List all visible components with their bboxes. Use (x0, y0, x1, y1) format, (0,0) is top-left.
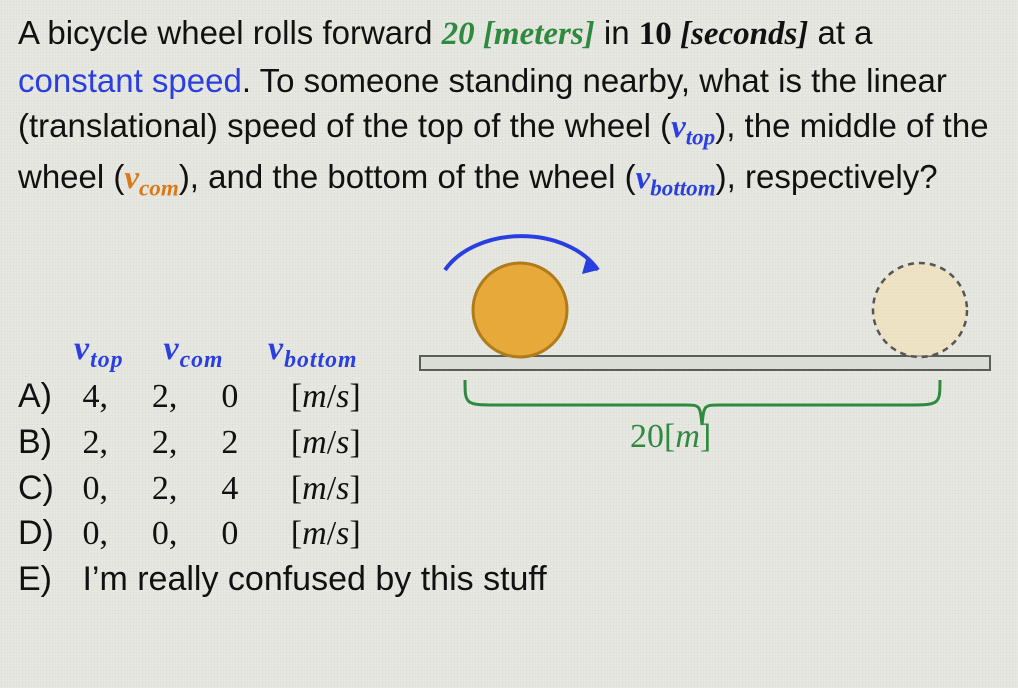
option-label: B) (18, 420, 73, 466)
rolling-wheel-diagram (400, 230, 1010, 510)
vtop-symbol: v (671, 109, 686, 145)
option-text: I’m really confused by this stuff (82, 560, 546, 598)
q-part: ), and the bottom of the wheel ( (179, 158, 636, 195)
distance-label: 20[m] (630, 418, 711, 456)
header-sym: v (74, 330, 90, 368)
unit-m: m (302, 515, 327, 552)
wheel-final (873, 263, 967, 357)
option-value: 2, (152, 374, 212, 420)
option-e[interactable]: E) I’m really confused by this stuff (18, 557, 618, 603)
unit-m: m (302, 378, 327, 415)
header-vcom: vcom (164, 330, 259, 374)
distance-value: 20 (442, 16, 475, 52)
option-value: 2, (152, 420, 212, 466)
q-part: in (595, 14, 639, 51)
option-label: A) (18, 374, 73, 420)
header-vtop: vtop (74, 330, 154, 374)
option-unit: [m/s] (291, 470, 361, 507)
option-label: D) (18, 511, 73, 557)
unit-m: m (302, 470, 327, 507)
time-value: 10 (639, 16, 672, 52)
wheel-initial (473, 263, 567, 357)
q-part: ), respectively? (716, 158, 938, 195)
option-value: 4, (82, 374, 142, 420)
option-value: 0 (221, 374, 281, 420)
option-label: C) (18, 466, 73, 512)
option-unit: [m/s] (291, 424, 361, 461)
distance-label-text: 20[m] (630, 418, 711, 455)
constant-speed-text: constant speed (18, 62, 242, 99)
option-value: 0 (221, 511, 281, 557)
question-text: A bicycle wheel rolls forward 20 [meters… (0, 0, 1018, 214)
option-label: E) (18, 557, 73, 603)
option-value: 4 (221, 466, 281, 512)
time-unit: [seconds] (672, 16, 809, 52)
header-sub: com (180, 347, 224, 374)
option-value: 0, (82, 511, 142, 557)
header-sym: v (164, 330, 180, 368)
option-value: 0, (82, 466, 142, 512)
ground-surface (420, 356, 990, 370)
option-value: 2, (82, 420, 142, 466)
header-sub: bottom (284, 347, 357, 374)
option-value: 2 (221, 420, 281, 466)
option-value: 2, (152, 466, 212, 512)
option-unit: [m/s] (291, 515, 361, 552)
vcom-symbol: v (124, 160, 139, 196)
header-sub: top (90, 347, 123, 374)
unit-m: m (675, 418, 700, 455)
option-value: 0, (152, 511, 212, 557)
header-vbottom: vbottom (268, 330, 398, 374)
vcom-subscript: com (139, 174, 179, 200)
option-unit: [m/s] (291, 378, 361, 415)
distance-unit: [meters] (475, 16, 595, 52)
option-d[interactable]: D) 0, 0, 0 [m/s] (18, 511, 618, 557)
q-part: at a (808, 14, 872, 51)
unit-m: m (302, 424, 327, 461)
vbottom-symbol: v (636, 160, 651, 196)
header-sym: v (268, 330, 284, 368)
vtop-subscript: top (686, 124, 716, 150)
vbottom-subscript: bottom (650, 174, 715, 200)
q-part: A bicycle wheel rolls forward (18, 14, 442, 51)
